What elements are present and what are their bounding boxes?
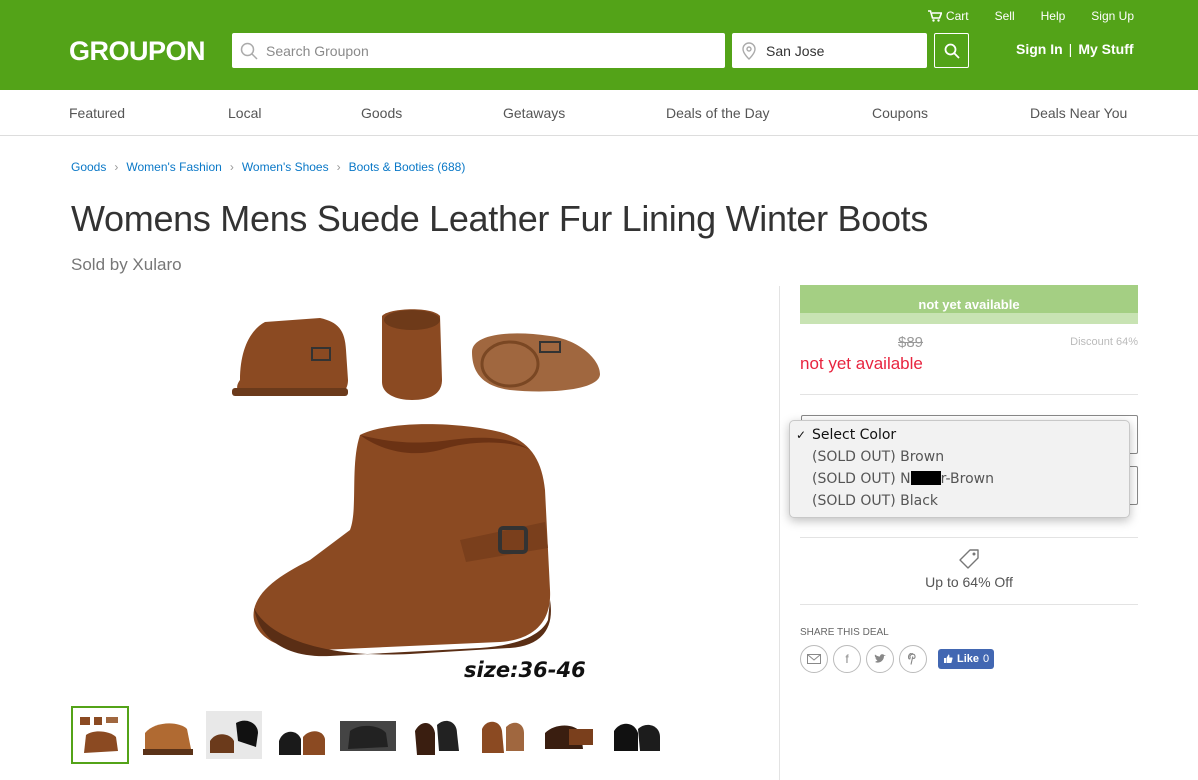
- product-main-image[interactable]: size:36-46: [210, 290, 630, 690]
- boot-front-view: [382, 309, 442, 400]
- chevron-right-icon: ›: [229, 160, 234, 174]
- option-label: (SOLD OUT) N: [812, 471, 911, 487]
- thumbnail-9[interactable]: [607, 706, 665, 764]
- nav-goods[interactable]: Goods: [361, 105, 402, 121]
- mystuff-link[interactable]: My Stuff: [1078, 41, 1133, 57]
- thumbnail-8[interactable]: [540, 706, 598, 764]
- cart-link[interactable]: Cart: [927, 9, 969, 23]
- nav-deals-near-you[interactable]: Deals Near You: [1030, 105, 1127, 121]
- thumbnail-strip: [71, 706, 665, 764]
- seller-name: Sold by Xularo: [71, 255, 182, 274]
- nav-coupons[interactable]: Coupons: [872, 105, 928, 121]
- cart-label: Cart: [945, 9, 969, 23]
- nav-deals-of-the-day[interactable]: Deals of the Day: [666, 105, 770, 121]
- location-input[interactable]: San Jose: [732, 33, 927, 68]
- thumbnail-7[interactable]: [473, 706, 531, 764]
- redaction-block: [910, 471, 941, 485]
- availability-status: not yet available: [800, 285, 1138, 313]
- breadcrumb: Goods › Women's Fashion › Women's Shoes …: [71, 160, 465, 174]
- site-header: Cart Sell Help Sign Up GROUPON Search Gr…: [0, 0, 1198, 90]
- breadcrumb-womens-shoes[interactable]: Women's Shoes: [242, 160, 329, 174]
- search-placeholder: Search Groupon: [266, 42, 369, 59]
- thumbnail-5[interactable]: [339, 706, 397, 764]
- size-caption: size:36-46: [464, 658, 586, 682]
- divider: [800, 394, 1138, 395]
- groupon-logo[interactable]: GROUPON: [69, 36, 206, 67]
- page-title: Womens Mens Suede Leather Fur Lining Win…: [71, 198, 929, 239]
- category-nav: Featured Local Goods Getaways Deals of t…: [0, 90, 1198, 136]
- color-option-brown[interactable]: (SOLD OUT) Brown: [790, 446, 1129, 468]
- divider: [800, 604, 1138, 605]
- chevron-right-icon: ›: [336, 160, 341, 174]
- breadcrumb-goods[interactable]: Goods: [71, 160, 106, 174]
- location-value: San Jose: [766, 42, 825, 59]
- search-icon: [944, 43, 960, 59]
- color-option-black[interactable]: (SOLD OUT) Black: [790, 490, 1129, 512]
- offer-text: Up to 64% Off: [925, 574, 1013, 590]
- thumbnail-3[interactable]: [205, 706, 263, 764]
- divider: [800, 537, 1138, 538]
- account-separator: |: [1068, 41, 1073, 57]
- availability-bar: not yet available: [800, 285, 1138, 324]
- pinterest-icon[interactable]: [899, 645, 927, 673]
- thumbnail-1[interactable]: [71, 706, 129, 764]
- offer-block: Up to 64% Off: [800, 548, 1138, 590]
- account-links: Sign In | My Stuff: [1016, 41, 1134, 57]
- help-link[interactable]: Help: [1041, 9, 1066, 23]
- price-status: not yet available: [800, 354, 923, 373]
- email-icon[interactable]: [800, 645, 828, 673]
- option-label: (SOLD OUT) Brown: [812, 449, 945, 465]
- option-label: (SOLD OUT) Black: [812, 493, 939, 509]
- thumbnail-4[interactable]: [272, 706, 330, 764]
- breadcrumb-boots-booties[interactable]: Boots & Booties (688): [349, 160, 466, 174]
- signup-link[interactable]: Sign Up: [1091, 9, 1134, 23]
- option-label: Select Color: [812, 427, 897, 443]
- checkmark-icon: ✓: [796, 428, 807, 442]
- thumbnail-2[interactable]: [138, 706, 196, 764]
- share-buttons: f Like 0: [800, 645, 995, 673]
- boot-large-view: [253, 424, 551, 657]
- search-icon: [232, 42, 266, 60]
- boot-sole-view: [472, 333, 600, 392]
- breadcrumb-womens-fashion[interactable]: Women's Fashion: [126, 160, 221, 174]
- like-label: Like: [957, 653, 980, 665]
- search-input[interactable]: Search Groupon: [232, 33, 725, 68]
- nav-local[interactable]: Local: [228, 105, 261, 121]
- thumbnail-6[interactable]: [406, 706, 464, 764]
- search-button[interactable]: [934, 33, 969, 68]
- cart-icon: [927, 10, 942, 22]
- color-dropdown-menu: ✓ Select Color (SOLD OUT) Brown (SOLD OU…: [789, 420, 1130, 518]
- share-label: SHARE THIS DEAL: [800, 627, 889, 638]
- signin-link[interactable]: Sign In: [1016, 41, 1063, 57]
- tag-icon: [800, 548, 1138, 570]
- sell-link[interactable]: Sell: [995, 9, 1015, 23]
- chevron-right-icon: ›: [114, 160, 119, 174]
- like-count: 0: [983, 653, 990, 665]
- column-divider: [779, 286, 780, 780]
- color-option-select[interactable]: ✓ Select Color: [790, 424, 1129, 446]
- facebook-icon[interactable]: f: [833, 645, 861, 673]
- original-price: $89: [898, 334, 924, 351]
- discount-label: Discount 64%: [1070, 336, 1138, 348]
- facebook-like-button[interactable]: Like 0: [938, 649, 995, 669]
- nav-getaways[interactable]: Getaways: [503, 105, 565, 121]
- thumbs-up-icon: [944, 654, 953, 663]
- option-label-suffix: r-Brown: [940, 471, 994, 487]
- twitter-icon[interactable]: [866, 645, 894, 673]
- nav-featured[interactable]: Featured: [69, 105, 125, 121]
- location-pin-icon: [732, 41, 766, 60]
- color-option-redacted-brown[interactable]: (SOLD OUT) N r-Brown: [790, 468, 1129, 490]
- top-links: Cart Sell Help Sign Up: [902, 9, 1134, 23]
- boot-side-view: [232, 318, 348, 396]
